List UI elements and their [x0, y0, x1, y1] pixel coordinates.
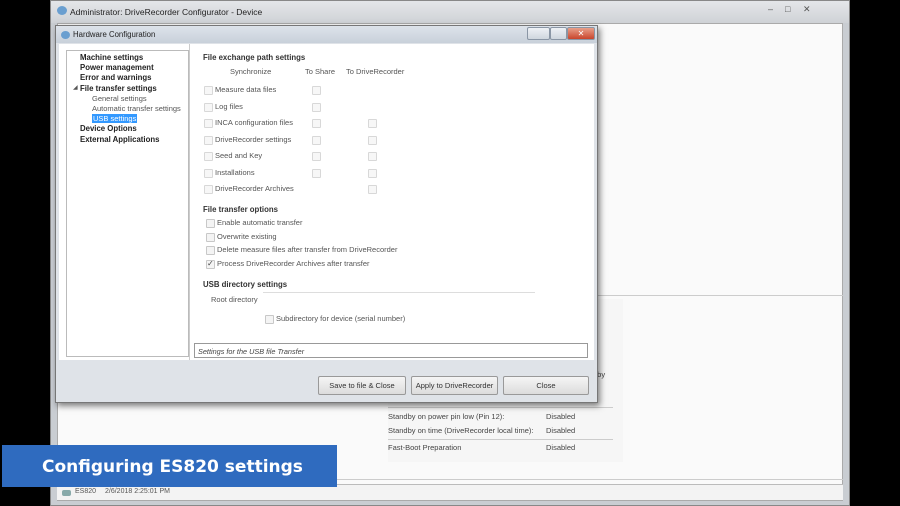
transfer-option-label: Enable automatic transfer: [217, 218, 303, 227]
device-icon: [62, 490, 71, 496]
transfer-option-checkbox[interactable]: [206, 219, 215, 228]
app-icon: [57, 6, 67, 15]
description-box: Settings for the USB file Transfer: [194, 343, 588, 358]
root-directory-input[interactable]: [263, 292, 535, 305]
apply-to-driverecorder-button[interactable]: Apply to DriveRecorder: [411, 376, 498, 395]
transfer-option-label: Delete measure files after transfer from…: [217, 245, 398, 255]
synchronize-checkbox[interactable]: [204, 135, 213, 145]
file-type-label: Measure data files: [215, 85, 277, 94]
to-share-checkbox[interactable]: [312, 119, 321, 128]
transfer-option-checkbox[interactable]: [206, 232, 215, 242]
transfer-option-label: Overwrite existing: [217, 231, 277, 241]
save-to-file-close-button[interactable]: Save to file & Close: [318, 376, 406, 395]
dialog-title: Hardware Configuration: [73, 30, 156, 39]
minimize-button[interactable]: [527, 27, 550, 40]
synchronize-checkbox[interactable]: [204, 86, 213, 95]
caption-banner: Configuring ES820 settings: [2, 445, 337, 487]
column-header-to-driverecorder: To DriveRecorder: [346, 67, 405, 76]
setting-value: Disabled: [546, 443, 576, 452]
file-type-label: Seed and Key: [215, 151, 263, 160]
setting-label: Fast-Boot Preparation: [388, 443, 462, 452]
main-title-bar: Administrator: DriveRecorder Configurato…: [51, 1, 849, 23]
transfer-option-checkbox[interactable]: [206, 259, 215, 270]
close-icon[interactable]: ✕: [567, 27, 595, 40]
synchronize-checkbox[interactable]: [204, 152, 213, 161]
subdirectory-checkbox[interactable]: [265, 315, 274, 324]
to-share-checkbox[interactable]: [312, 168, 321, 178]
to-driverecorder-checkbox[interactable]: [368, 152, 377, 161]
file-type-label: DriveRecorder settings: [215, 134, 292, 144]
exchange-heading: File exchange path settings: [203, 53, 306, 62]
description-text: Settings for the USB file Transfer: [198, 347, 305, 356]
setting-value: Disabled: [546, 426, 576, 435]
caption-text: Configuring ES820 settings: [42, 457, 303, 477]
synchronize-checkbox[interactable]: [204, 102, 213, 112]
setting-value: Disabled: [546, 412, 576, 421]
file-type-label: DriveRecorder Archives: [215, 184, 294, 193]
minimize-button[interactable]: –: [768, 4, 773, 14]
transfer-option-checkbox[interactable]: [206, 246, 215, 256]
column-header-synchronize: Synchronize: [230, 67, 272, 76]
setting-label: Standby on time (DriveRecorder local tim…: [388, 426, 534, 435]
status-device: ES820: [75, 488, 97, 495]
to-share-checkbox[interactable]: [312, 86, 321, 95]
setting-label: Standby on power pin low (Pin 12):: [388, 412, 505, 421]
status-timestamp: 2/6/2018 2:25:01 PM: [105, 488, 170, 495]
close-button[interactable]: ✕: [803, 4, 811, 15]
to-driverecorder-checkbox[interactable]: [368, 185, 377, 194]
synchronize-checkbox[interactable]: [204, 119, 213, 128]
dialog-icon: [61, 31, 70, 39]
to-driverecorder-checkbox[interactable]: [368, 135, 377, 145]
file-type-label: INCA configuration files: [215, 118, 293, 127]
to-share-checkbox[interactable]: [312, 135, 321, 145]
column-header-to-share: To Share: [305, 67, 336, 76]
to-share-checkbox[interactable]: [312, 102, 321, 112]
usb-directory-heading: USB directory settings: [203, 280, 288, 289]
transfer-options-heading: File transfer options: [203, 205, 278, 214]
root-directory-label: Root directory: [211, 295, 258, 304]
subdirectory-label: Subdirectory for device (serial number): [276, 314, 406, 323]
maximize-button[interactable]: □: [785, 4, 790, 14]
file-type-label: Installations: [215, 167, 255, 177]
synchronize-checkbox[interactable]: [204, 185, 213, 194]
to-share-checkbox[interactable]: [312, 152, 321, 161]
to-driverecorder-checkbox[interactable]: [368, 168, 377, 178]
maximize-button[interactable]: [550, 27, 567, 40]
main-window-title: Administrator: DriveRecorder Configurato…: [70, 7, 263, 17]
usb-settings-panel: File exchange path settings Synchronize To…: [59, 44, 594, 360]
transfer-option-label: Process DriveRecorder Archives after tra…: [217, 259, 370, 269]
to-driverecorder-checkbox[interactable]: [368, 119, 377, 128]
hardware-configuration-dialog: Hardware Configuration ✕ Machine setting…: [55, 25, 598, 403]
divider: [598, 295, 843, 296]
synchronize-checkbox[interactable]: [204, 168, 213, 178]
dialog-title-bar: Hardware Configuration ✕: [56, 26, 597, 43]
close-dialog-button[interactable]: Close: [503, 376, 589, 395]
file-type-label: Log files: [215, 101, 243, 111]
dialog-body: Machine settings Power management Error an…: [59, 44, 594, 360]
